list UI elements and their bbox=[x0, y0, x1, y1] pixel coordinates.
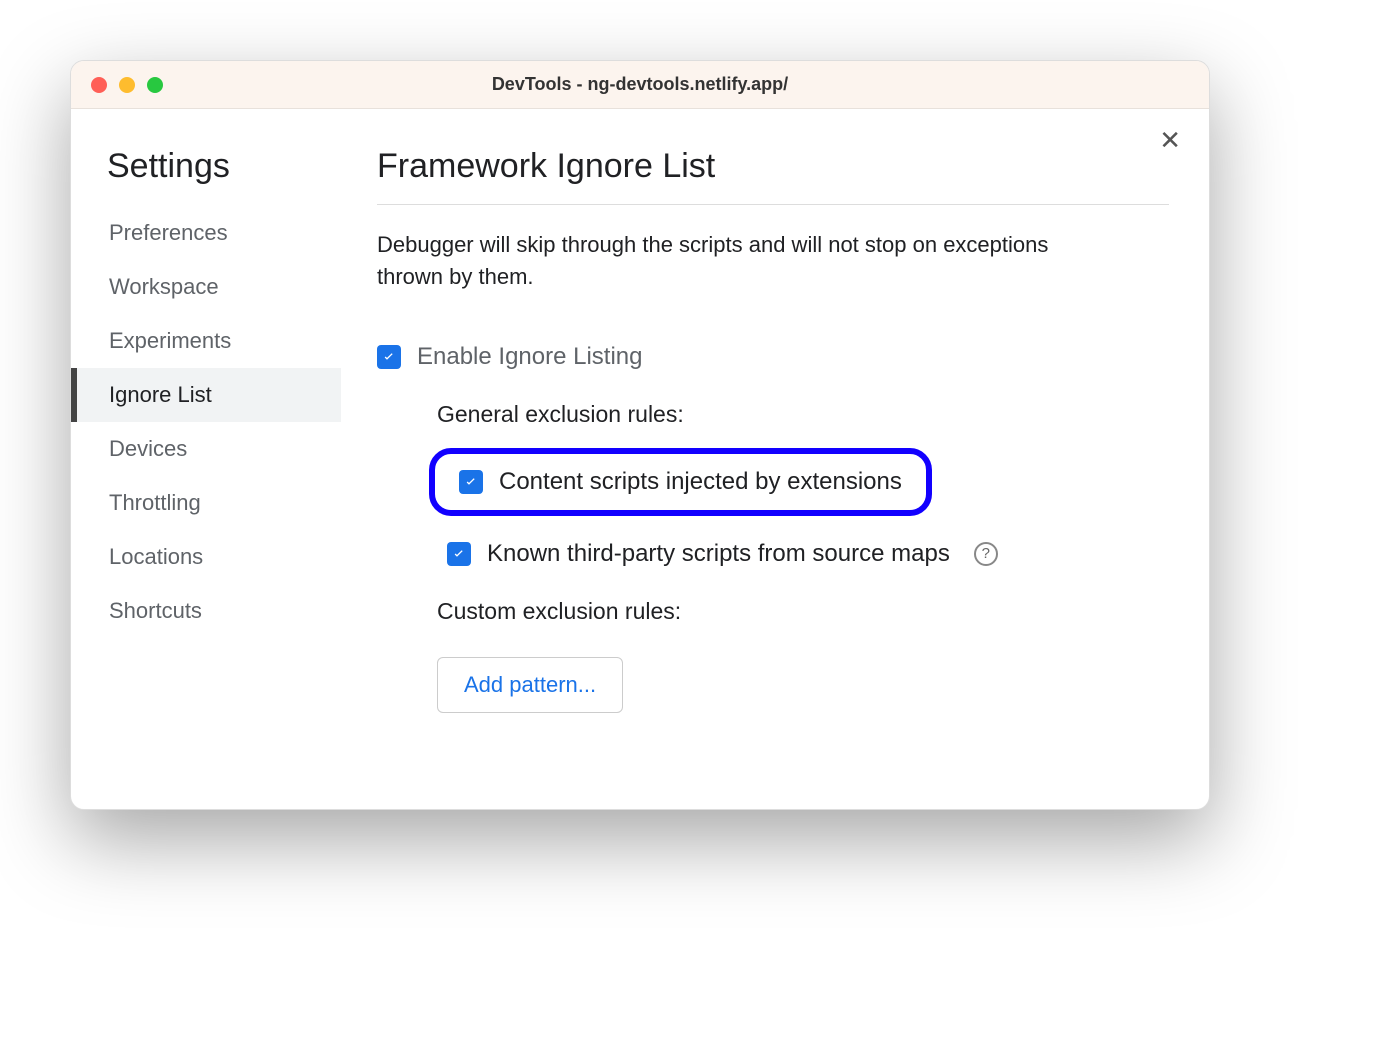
general-rules-title: General exclusion rules: bbox=[437, 401, 1169, 428]
window-zoom-dot[interactable] bbox=[147, 77, 163, 93]
rule-thirdparty-label: Known third-party scripts from source ma… bbox=[487, 540, 950, 568]
checkmark-icon bbox=[451, 546, 467, 562]
settings-body: ✕ Settings Preferences Workspace Experim… bbox=[71, 109, 1209, 809]
close-icon[interactable]: ✕ bbox=[1159, 127, 1181, 153]
checkmark-icon bbox=[381, 349, 397, 365]
enable-ignore-checkbox[interactable] bbox=[377, 345, 401, 369]
custom-rules-section: Custom exclusion rules: Add pattern... bbox=[437, 598, 1169, 713]
traffic-lights bbox=[91, 77, 163, 93]
settings-window: DevTools - ng-devtools.netlify.app/ ✕ Se… bbox=[70, 60, 1210, 810]
sidebar-item-preferences[interactable]: Preferences bbox=[71, 206, 341, 260]
help-icon[interactable]: ? bbox=[974, 542, 998, 566]
add-pattern-button[interactable]: Add pattern... bbox=[437, 657, 623, 713]
content: Framework Ignore List Debugger will skip… bbox=[341, 137, 1169, 769]
window-title: DevTools - ng-devtools.netlify.app/ bbox=[71, 74, 1209, 95]
window-minimize-dot[interactable] bbox=[119, 77, 135, 93]
enable-ignore-label: Enable Ignore Listing bbox=[417, 343, 643, 371]
sidebar-item-locations[interactable]: Locations bbox=[71, 530, 341, 584]
rule-thirdparty-checkbox[interactable] bbox=[447, 542, 471, 566]
rule-content-scripts-checkbox[interactable] bbox=[459, 470, 483, 494]
rule-content-scripts-highlighted: Content scripts injected by extensions bbox=[429, 448, 932, 516]
titlebar: DevTools - ng-devtools.netlify.app/ bbox=[71, 61, 1209, 109]
window-close-dot[interactable] bbox=[91, 77, 107, 93]
sidebar-title: Settings bbox=[107, 147, 341, 186]
sidebar-item-throttling[interactable]: Throttling bbox=[71, 476, 341, 530]
sidebar-item-experiments[interactable]: Experiments bbox=[71, 314, 341, 368]
sidebar-item-ignore-list[interactable]: Ignore List bbox=[71, 368, 341, 422]
page-heading: Framework Ignore List bbox=[377, 147, 1169, 205]
enable-ignore-row: Enable Ignore Listing bbox=[377, 343, 1169, 371]
rule-thirdparty-row: Known third-party scripts from source ma… bbox=[447, 540, 1169, 568]
rule-content-scripts-label: Content scripts injected by extensions bbox=[499, 468, 902, 496]
general-rules-section: General exclusion rules: Content scripts… bbox=[437, 401, 1169, 568]
custom-rules-title: Custom exclusion rules: bbox=[437, 598, 1169, 625]
sidebar-item-devices[interactable]: Devices bbox=[71, 422, 341, 476]
sidebar-item-shortcuts[interactable]: Shortcuts bbox=[71, 584, 341, 638]
sidebar-item-workspace[interactable]: Workspace bbox=[71, 260, 341, 314]
page-description: Debugger will skip through the scripts a… bbox=[377, 229, 1097, 293]
checkmark-icon bbox=[463, 474, 479, 490]
sidebar: Settings Preferences Workspace Experimen… bbox=[71, 137, 341, 769]
